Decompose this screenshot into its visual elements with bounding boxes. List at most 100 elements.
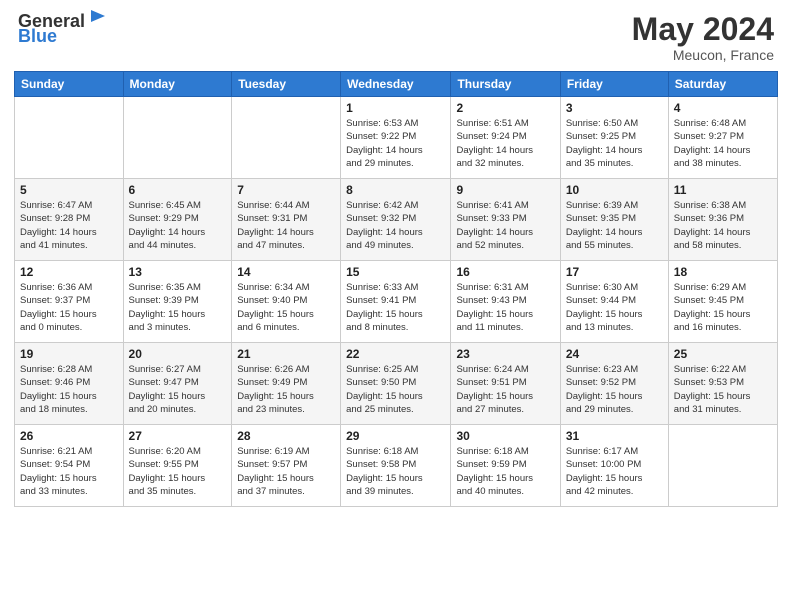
day-info: Sunrise: 6:26 AM Sunset: 9:49 PM Dayligh… [237, 363, 335, 416]
day-number: 6 [129, 183, 227, 197]
day-info: Sunrise: 6:22 AM Sunset: 9:53 PM Dayligh… [674, 363, 772, 416]
day-number: 5 [20, 183, 118, 197]
day-number: 16 [456, 265, 554, 279]
day-info: Sunrise: 6:34 AM Sunset: 9:40 PM Dayligh… [237, 281, 335, 334]
day-cell: 19 Sunrise: 6:28 AM Sunset: 9:46 PM Dayli… [15, 343, 124, 425]
day-cell: 3 Sunrise: 6:50 AM Sunset: 9:25 PM Daylig… [560, 97, 668, 179]
day-info: Sunrise: 6:17 AM Sunset: 10:00 PM Daylig… [566, 445, 663, 498]
day-info: Sunrise: 6:30 AM Sunset: 9:44 PM Dayligh… [566, 281, 663, 334]
day-cell: 27 Sunrise: 6:20 AM Sunset: 9:55 PM Dayli… [123, 425, 232, 507]
calendar-table: SundayMondayTuesdayWednesdayThursdayFrid… [14, 71, 778, 507]
day-info: Sunrise: 6:50 AM Sunset: 9:25 PM Dayligh… [566, 117, 663, 170]
calendar-header: SundayMondayTuesdayWednesdayThursdayFrid… [15, 72, 778, 97]
day-info: Sunrise: 6:33 AM Sunset: 9:41 PM Dayligh… [346, 281, 445, 334]
calendar-title: May 2024 [632, 12, 774, 47]
header-day-monday: Monday [123, 72, 232, 97]
calendar-subtitle: Meucon, France [632, 47, 774, 63]
day-cell: 4 Sunrise: 6:48 AM Sunset: 9:27 PM Daylig… [668, 97, 777, 179]
day-info: Sunrise: 6:42 AM Sunset: 9:32 PM Dayligh… [346, 199, 445, 252]
day-cell: 14 Sunrise: 6:34 AM Sunset: 9:40 PM Dayli… [232, 261, 341, 343]
day-cell: 28 Sunrise: 6:19 AM Sunset: 9:57 PM Dayli… [232, 425, 341, 507]
day-number: 31 [566, 429, 663, 443]
day-cell: 23Sunrise: 6:24 AM Sunset: 9:51 PM Dayli… [451, 343, 560, 425]
day-cell: 20 Sunrise: 6:27 AM Sunset: 9:47 PM Dayli… [123, 343, 232, 425]
day-info: Sunrise: 6:39 AM Sunset: 9:35 PM Dayligh… [566, 199, 663, 252]
day-info: Sunrise: 6:48 AM Sunset: 9:27 PM Dayligh… [674, 117, 772, 170]
day-cell: 17Sunrise: 6:30 AM Sunset: 9:44 PM Dayli… [560, 261, 668, 343]
day-cell: 31 Sunrise: 6:17 AM Sunset: 10:00 PM Dayl… [560, 425, 668, 507]
day-cell: 6 Sunrise: 6:45 AM Sunset: 9:29 PM Daylig… [123, 179, 232, 261]
logo: General Blue [18, 12, 109, 47]
day-info: Sunrise: 6:53 AM Sunset: 9:22 PM Dayligh… [346, 117, 445, 170]
day-cell [15, 97, 124, 179]
day-cell: 30 Sunrise: 6:18 AM Sunset: 9:59 PM Dayli… [451, 425, 560, 507]
day-info: Sunrise: 6:47 AM Sunset: 9:28 PM Dayligh… [20, 199, 118, 252]
day-info: Sunrise: 6:27 AM Sunset: 9:47 PM Dayligh… [129, 363, 227, 416]
day-number: 15 [346, 265, 445, 279]
day-number: 21 [237, 347, 335, 361]
day-number: 18 [674, 265, 772, 279]
day-info: Sunrise: 6:36 AM Sunset: 9:37 PM Dayligh… [20, 281, 118, 334]
week-row-5: 26Sunrise: 6:21 AM Sunset: 9:54 PM Dayli… [15, 425, 778, 507]
day-cell: 9 Sunrise: 6:41 AM Sunset: 9:33 PM Daylig… [451, 179, 560, 261]
day-info: Sunrise: 6:20 AM Sunset: 9:55 PM Dayligh… [129, 445, 227, 498]
day-cell: 13 Sunrise: 6:35 AM Sunset: 9:39 PM Dayli… [123, 261, 232, 343]
header-day-sunday: Sunday [15, 72, 124, 97]
day-cell: 1 Sunrise: 6:53 AM Sunset: 9:22 PM Daylig… [341, 97, 451, 179]
day-cell: 15 Sunrise: 6:33 AM Sunset: 9:41 PM Dayli… [341, 261, 451, 343]
logo-icon [87, 8, 109, 30]
day-number: 28 [237, 429, 335, 443]
day-info: Sunrise: 6:38 AM Sunset: 9:36 PM Dayligh… [674, 199, 772, 252]
day-number: 24 [566, 347, 663, 361]
day-cell: 11Sunrise: 6:38 AM Sunset: 9:36 PM Dayli… [668, 179, 777, 261]
day-number: 29 [346, 429, 445, 443]
day-number: 2 [456, 101, 554, 115]
day-cell: 8Sunrise: 6:42 AM Sunset: 9:32 PM Daylig… [341, 179, 451, 261]
day-cell [668, 425, 777, 507]
header-day-saturday: Saturday [668, 72, 777, 97]
day-info: Sunrise: 6:41 AM Sunset: 9:33 PM Dayligh… [456, 199, 554, 252]
day-cell: 24Sunrise: 6:23 AM Sunset: 9:52 PM Dayli… [560, 343, 668, 425]
day-info: Sunrise: 6:25 AM Sunset: 9:50 PM Dayligh… [346, 363, 445, 416]
week-row-2: 5 Sunrise: 6:47 AM Sunset: 9:28 PM Daylig… [15, 179, 778, 261]
day-info: Sunrise: 6:35 AM Sunset: 9:39 PM Dayligh… [129, 281, 227, 334]
day-info: Sunrise: 6:19 AM Sunset: 9:57 PM Dayligh… [237, 445, 335, 498]
day-cell [123, 97, 232, 179]
day-info: Sunrise: 6:51 AM Sunset: 9:24 PM Dayligh… [456, 117, 554, 170]
day-info: Sunrise: 6:28 AM Sunset: 9:46 PM Dayligh… [20, 363, 118, 416]
day-cell: 21 Sunrise: 6:26 AM Sunset: 9:49 PM Dayli… [232, 343, 341, 425]
day-number: 12 [20, 265, 118, 279]
day-number: 30 [456, 429, 554, 443]
day-number: 1 [346, 101, 445, 115]
calendar-body: 1 Sunrise: 6:53 AM Sunset: 9:22 PM Daylig… [15, 97, 778, 507]
day-number: 22 [346, 347, 445, 361]
day-number: 26 [20, 429, 118, 443]
day-number: 27 [129, 429, 227, 443]
day-cell: 16Sunrise: 6:31 AM Sunset: 9:43 PM Dayli… [451, 261, 560, 343]
day-cell: 12 Sunrise: 6:36 AM Sunset: 9:37 PM Dayli… [15, 261, 124, 343]
day-number: 4 [674, 101, 772, 115]
title-block: May 2024 Meucon, France [632, 12, 774, 63]
day-info: Sunrise: 6:18 AM Sunset: 9:59 PM Dayligh… [456, 445, 554, 498]
day-number: 3 [566, 101, 663, 115]
calendar: SundayMondayTuesdayWednesdayThursdayFrid… [14, 71, 778, 507]
day-cell: 22 Sunrise: 6:25 AM Sunset: 9:50 PM Dayli… [341, 343, 451, 425]
day-cell: 18 Sunrise: 6:29 AM Sunset: 9:45 PM Dayli… [668, 261, 777, 343]
day-number: 19 [20, 347, 118, 361]
day-number: 10 [566, 183, 663, 197]
day-cell: 10 Sunrise: 6:39 AM Sunset: 9:35 PM Dayli… [560, 179, 668, 261]
day-number: 9 [456, 183, 554, 197]
day-info: Sunrise: 6:29 AM Sunset: 9:45 PM Dayligh… [674, 281, 772, 334]
header-day-tuesday: Tuesday [232, 72, 341, 97]
day-number: 13 [129, 265, 227, 279]
day-number: 20 [129, 347, 227, 361]
day-cell: 2 Sunrise: 6:51 AM Sunset: 9:24 PM Daylig… [451, 97, 560, 179]
day-number: 14 [237, 265, 335, 279]
header: General Blue May 2024 Meucon, France [0, 0, 792, 71]
day-number: 7 [237, 183, 335, 197]
day-info: Sunrise: 6:45 AM Sunset: 9:29 PM Dayligh… [129, 199, 227, 252]
day-cell: 7 Sunrise: 6:44 AM Sunset: 9:31 PM Daylig… [232, 179, 341, 261]
day-cell: 29Sunrise: 6:18 AM Sunset: 9:58 PM Dayli… [341, 425, 451, 507]
day-info: Sunrise: 6:44 AM Sunset: 9:31 PM Dayligh… [237, 199, 335, 252]
header-row: SundayMondayTuesdayWednesdayThursdayFrid… [15, 72, 778, 97]
